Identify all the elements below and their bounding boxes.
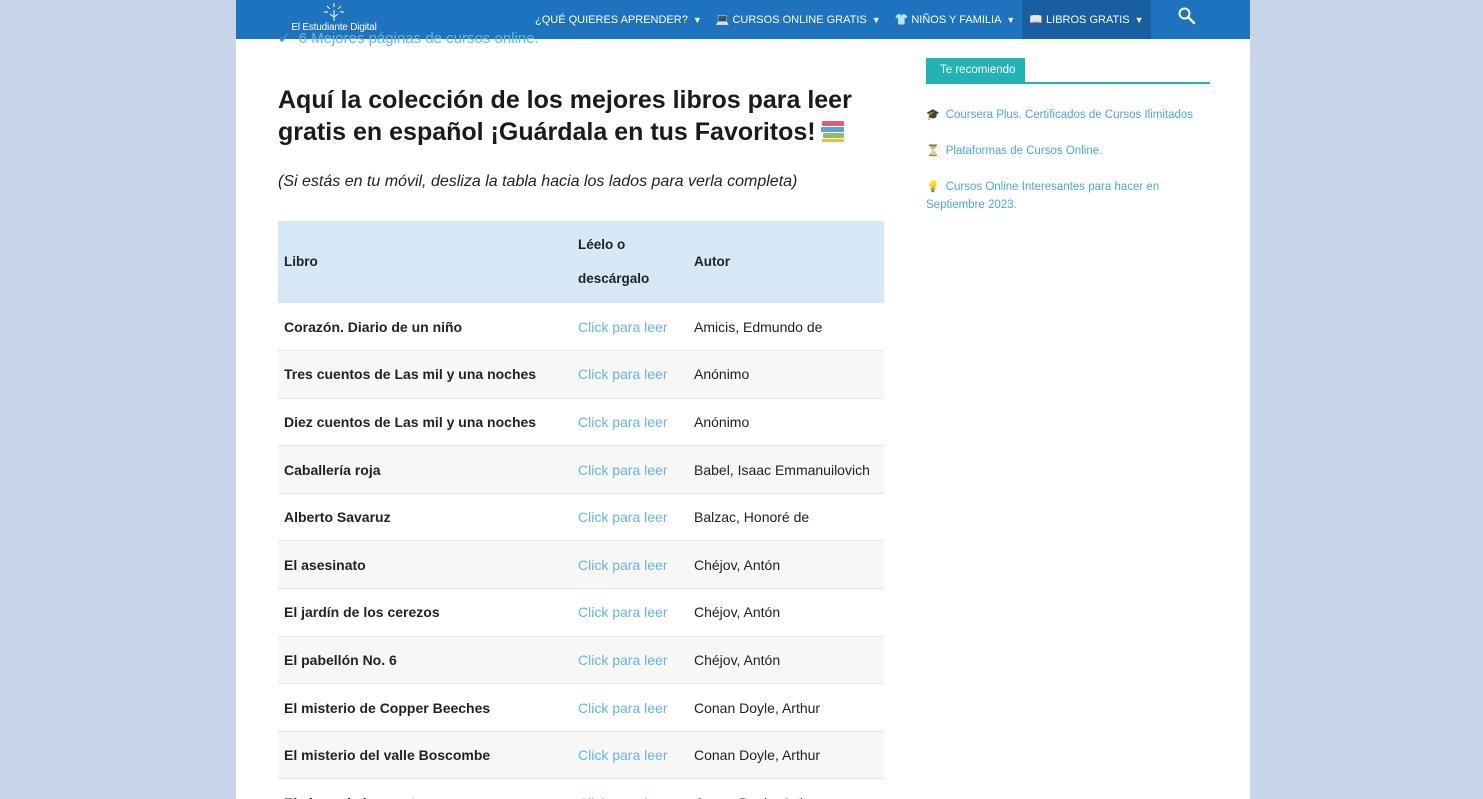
hourglass-icon: ⏳: [926, 145, 940, 157]
table-header-row: Libro Léelo o descárgalo Autor: [278, 221, 884, 303]
sidebar-widget-header: Te recomiendo: [926, 58, 1210, 84]
book-title-cell: Alberto Savaruz: [278, 493, 572, 542]
table-row: El pabellón No. 6 Click para leer Chéjov, …: [278, 636, 884, 685]
read-link[interactable]: Click para leer: [572, 636, 688, 685]
read-link[interactable]: Click para leer: [572, 731, 688, 780]
book-title-cell: El jardín de los cerezos: [278, 588, 572, 637]
author-cell: Anónimo: [688, 398, 884, 447]
book-title-cell: Caballería roja: [278, 445, 572, 494]
sun-logo-icon: [324, 3, 344, 21]
books-table-body: Corazón. Diario de un niño Click para lee…: [278, 303, 884, 799]
read-link[interactable]: Click para leer: [572, 778, 688, 799]
table-row: El misterio de Copper Beeches Click para …: [278, 683, 884, 732]
recommendation-label: Coursera Plus. Certificados de Cursos Il…: [945, 109, 1194, 121]
page: El Estudiante Digital ¿QUÉ QUIERES APREN…: [236, 0, 1250, 799]
recommendation-label: Cursos Online Interesantes para hacer en…: [926, 181, 1160, 211]
recommendation-label: Plataformas de Cursos Online.: [945, 145, 1103, 157]
table-row: El asesinato Click para leer Chéjov, Antón: [278, 540, 884, 590]
table-row: El jardín de los cerezos Click para leer C…: [278, 588, 884, 637]
table-row: Corazón. Diario de un niño Click para lee…: [278, 303, 884, 352]
previous-article-label: 6 Mejores páginas de cursos online.: [298, 30, 539, 47]
lightbulb-icon: 💡: [926, 181, 940, 193]
book-title-cell: Tres cuentos de Las mil y una noches: [278, 350, 572, 399]
table-row: Diez cuentos de Las mil y una noches Clic…: [278, 398, 884, 447]
nav-item-ninos-y-familia[interactable]: 👕 NIÑOS Y FAMILIA ▼: [888, 0, 1023, 39]
column-header-link: Léelo o descárgalo: [572, 221, 688, 303]
author-cell: Conan Doyle, Arthur: [688, 683, 884, 732]
book-title-cell: Corazón. Diario de un niño: [278, 303, 572, 352]
checkmark-icon: ✔: [278, 30, 291, 47]
child-icon: 👕: [894, 14, 909, 26]
table-row: Tres cuentos de Las mil y una noches Clic…: [278, 350, 884, 399]
recommendation-link[interactable]: ⏳ Plataformas de Cursos Online.: [926, 142, 1210, 160]
read-link[interactable]: Click para leer: [572, 493, 688, 542]
author-cell: Babel, Isaac Emmanuilovich: [688, 445, 884, 494]
author-cell: Amicis, Edmundo de: [688, 303, 884, 352]
previous-article-link[interactable]: ✔ 6 Mejores páginas de cursos online.: [278, 29, 539, 47]
author-cell: Balzac, Honoré de: [688, 493, 884, 542]
read-link[interactable]: Click para leer: [572, 350, 688, 399]
nav-item-libros-gratis[interactable]: 📖 LIBROS GRATIS ▼: [1022, 0, 1151, 39]
table-row: El signo de los cuatroClick para leerCon…: [278, 778, 884, 799]
recommendations-list: 🎓 Coursera Plus. Certificados de Cursos I…: [926, 106, 1210, 214]
sidebar: Te recomiendo 🎓 Coursera Plus. Certificad…: [926, 58, 1210, 232]
books-table: Libro Léelo o descárgalo Autor Corazón. …: [278, 221, 884, 799]
chevron-down-icon: ▼: [692, 14, 702, 25]
author-cell: Anónimo: [688, 350, 884, 399]
graduation-cap-icon: 🎓: [926, 109, 940, 121]
page-title: Aquí la colección de los mejores libros …: [278, 84, 878, 148]
read-link[interactable]: Click para leer: [572, 398, 688, 447]
book-title-cell: Diez cuentos de Las mil y una noches: [278, 398, 572, 447]
author-cell: Conan Doyle, Arthur: [688, 731, 884, 780]
author-cell: Chéjov, Antón: [688, 540, 884, 590]
author-cell: Chéjov, Antón: [688, 636, 884, 685]
sidebar-title: Te recomiendo: [926, 58, 1026, 82]
book-title-cell: El misterio de Copper Beeches: [278, 683, 572, 732]
books-icon: [820, 121, 844, 142]
nav-label: LIBROS GRATIS: [1046, 13, 1130, 26]
chevron-down-icon: ▼: [871, 14, 881, 25]
nav-item-cursos-online-gratis[interactable]: 💻 CURSOS ONLINE GRATIS ▼: [709, 0, 888, 39]
nav-label: CURSOS ONLINE GRATIS: [732, 13, 867, 26]
recommendation-link[interactable]: 🎓 Coursera Plus. Certificados de Cursos I…: [926, 106, 1210, 124]
nav-label: NIÑOS Y FAMILIA: [911, 13, 1002, 26]
book-title-cell: El pabellón No. 6: [278, 636, 572, 685]
author-cell: Chéjov, Antón: [688, 588, 884, 637]
main-menu: ¿QUÉ QUIERES APRENDER? ▼ 💻 CURSOS ONLINE…: [528, 0, 1151, 39]
recommendation-link[interactable]: 💡 Cursos Online Interesantes para hacer e…: [926, 178, 1210, 214]
read-link[interactable]: Click para leer: [572, 303, 688, 352]
column-header-link-label: Léelo o descárgalo: [578, 237, 650, 286]
column-header-author: Autor: [688, 221, 884, 303]
chevron-down-icon: ▼: [1006, 14, 1016, 25]
page-title-text: Aquí la colección de los mejores libros …: [278, 86, 852, 146]
read-link[interactable]: Click para leer: [572, 588, 688, 637]
table-row: El misterio del valle Boscombe Click para…: [278, 731, 884, 780]
search-icon[interactable]: [1176, 5, 1198, 27]
book-icon: 📖: [1029, 14, 1044, 26]
author-cell: Conan Doyle, Arthur: [688, 778, 884, 799]
read-link[interactable]: Click para leer: [572, 445, 688, 494]
book-title-cell: El misterio del valle Boscombe: [278, 731, 572, 780]
table-row: Alberto Savaruz Click para leer Balzac, Ho…: [278, 493, 884, 542]
book-title-cell: El signo de los cuatro: [278, 778, 572, 799]
read-link[interactable]: Click para leer: [572, 683, 688, 732]
mobile-scroll-note: (Si estás en tu móvil, desliza la tabla …: [278, 173, 798, 190]
read-link[interactable]: Click para leer: [572, 540, 688, 590]
table-row: Caballería roja Click para leer Babel, Isa…: [278, 445, 884, 494]
column-header-book: Libro: [278, 221, 572, 303]
nav-item-que-quieres-aprender[interactable]: ¿QUÉ QUIERES APRENDER? ▼: [528, 0, 709, 39]
book-title-cell: El asesinato: [278, 540, 572, 590]
laptop-icon: 💻: [715, 14, 730, 26]
nav-label: ¿QUÉ QUIERES APRENDER?: [535, 13, 688, 26]
chevron-down-icon: ▼: [1134, 14, 1144, 25]
